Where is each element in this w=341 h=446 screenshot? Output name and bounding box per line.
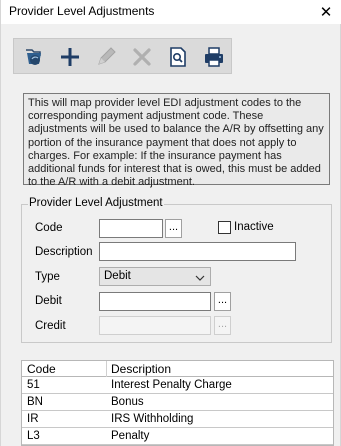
column-header-description[interactable]: Description bbox=[111, 362, 171, 376]
column-header-code[interactable]: Code bbox=[27, 362, 56, 376]
title-bar: Provider Level Adjustments ✕ bbox=[1, 0, 341, 24]
group-title: Provider Level Adjustment bbox=[28, 197, 164, 209]
debit-field[interactable] bbox=[99, 292, 211, 311]
type-label: Type bbox=[35, 271, 60, 283]
table-row[interactable]: 51 Interest Penalty Charge bbox=[22, 377, 333, 394]
type-select-value: Debit bbox=[104, 270, 131, 282]
add-icon bbox=[61, 48, 79, 66]
code-field[interactable] bbox=[99, 219, 163, 238]
table-row[interactable]: IR IRS Withholding bbox=[22, 411, 333, 428]
open-folder-icon bbox=[26, 49, 41, 65]
add-button[interactable] bbox=[56, 43, 84, 71]
delete-icon bbox=[133, 48, 151, 66]
description-label: Description bbox=[35, 246, 93, 258]
table-row[interactable]: L3 Penalty bbox=[22, 428, 333, 445]
row-description: Bonus bbox=[111, 396, 144, 408]
row-code: IR bbox=[27, 413, 39, 425]
row-code: 51 bbox=[27, 379, 40, 391]
credit-lookup-button: ... bbox=[214, 316, 231, 335]
dialog-window: Provider Level Adjustments ✕ This will m… bbox=[0, 0, 341, 446]
inactive-checkbox[interactable] bbox=[218, 221, 231, 234]
inactive-label: Inactive bbox=[234, 221, 274, 233]
print-icon bbox=[205, 47, 223, 67]
close-button[interactable]: ✕ bbox=[311, 0, 341, 24]
edit-button[interactable] bbox=[92, 43, 120, 71]
debit-lookup-button[interactable]: ... bbox=[214, 292, 231, 311]
row-description: Interest Penalty Charge bbox=[111, 379, 232, 391]
description-field[interactable] bbox=[99, 242, 296, 261]
info-message: This will map provider level EDI adjustm… bbox=[23, 93, 330, 188]
delete-button[interactable] bbox=[128, 43, 156, 71]
close-icon: ✕ bbox=[319, 4, 333, 21]
edit-icon bbox=[98, 47, 116, 65]
chevron-down-icon bbox=[195, 273, 205, 285]
open-button[interactable] bbox=[20, 43, 48, 71]
row-description: IRS Withholding bbox=[111, 413, 194, 425]
credit-field bbox=[99, 316, 211, 335]
type-select[interactable]: Debit bbox=[99, 267, 211, 286]
row-code: L3 bbox=[27, 430, 40, 442]
preview-icon bbox=[170, 47, 186, 67]
provider-level-adjustment-group: Provider Level Adjustment Code ... Inact… bbox=[21, 197, 332, 343]
preview-button[interactable] bbox=[164, 43, 192, 71]
toolbar bbox=[13, 38, 232, 74]
credit-label: Credit bbox=[35, 320, 66, 332]
window-title: Provider Level Adjustments bbox=[9, 4, 155, 18]
column-divider[interactable] bbox=[106, 361, 107, 377]
row-code: BN bbox=[27, 396, 43, 408]
debit-label: Debit bbox=[35, 295, 62, 307]
row-description: Penalty bbox=[111, 430, 150, 442]
adjustment-grid: Code Description 51 Interest Penalty Cha… bbox=[21, 360, 334, 446]
code-lookup-button[interactable]: ... bbox=[165, 219, 182, 238]
grid-header: Code Description bbox=[22, 361, 333, 377]
code-label: Code bbox=[35, 222, 63, 234]
print-button[interactable] bbox=[200, 43, 228, 71]
table-row[interactable]: BN Bonus bbox=[22, 394, 333, 411]
